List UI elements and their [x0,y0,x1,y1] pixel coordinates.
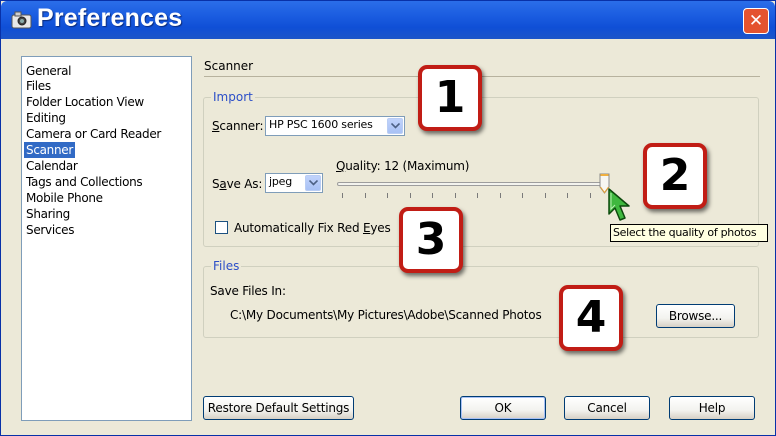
camera-icon [11,10,33,30]
restore-default-settings-button[interactable]: Restore Default Settings [203,396,354,420]
slider-tick [365,193,366,198]
sidebar-item-editing[interactable]: Editing [24,110,68,126]
sidebar-item-general[interactable]: General [24,63,73,79]
mouse-pointer-icon [607,187,633,227]
sidebar-item-files[interactable]: Files [24,78,53,94]
slider-tick [342,193,343,198]
slider-tick [545,193,546,198]
chevron-down-icon[interactable] [305,175,321,191]
save-files-in-label: Save Files In: [210,284,286,298]
ok-button[interactable]: OK [460,396,546,420]
auto-fix-red-eyes-checkbox[interactable] [215,221,228,234]
sidebar-item-services[interactable]: Services [24,222,76,238]
close-icon: ✕ [748,11,764,31]
sidebar-item-folder-location-view[interactable]: Folder Location View [24,94,146,110]
window-title: Preferences [37,4,183,32]
sidebar-item-scanner[interactable]: Scanner [24,142,75,158]
callout-3: 3 [399,207,463,273]
section-title: Scanner [204,59,254,73]
callout-2: 2 [643,143,707,209]
preferences-window: Preferences ✕ General Files Folder Locat… [0,0,776,436]
sidebar-item-camera-or-card-reader[interactable]: Camera or Card Reader [24,126,163,142]
slider-tick [590,193,591,198]
sidebar-item-mobile-phone[interactable]: Mobile Phone [24,190,105,206]
callout-4: 4 [559,285,623,351]
quality-tooltip: Select the quality of photos [610,224,768,242]
slider-tick [567,193,568,198]
section-divider [204,76,760,77]
sidebar-item-tags-and-collections[interactable]: Tags and Collections [24,174,144,190]
slider-tick [432,193,433,198]
category-list[interactable]: General Files Folder Location View Editi… [21,56,192,421]
close-button[interactable]: ✕ [743,8,769,34]
save-as-select[interactable]: jpeg [265,173,323,193]
quality-label: Quality: 12 (Maximum) [336,159,470,173]
files-group-label: Files [211,259,242,273]
slider-tick [455,193,456,198]
scanner-select-value: HP PSC 1600 series [269,118,373,131]
sidebar-item-calendar[interactable]: Calendar [24,158,80,174]
browse-button[interactable]: Browse... [656,304,735,328]
slider-tick [500,193,501,198]
slider-tick [410,193,411,198]
import-group-label: Import [211,90,255,104]
chevron-down-icon[interactable] [387,118,403,134]
title-bar[interactable]: Preferences ✕ [1,1,775,39]
sidebar-item-sharing[interactable]: Sharing [24,206,72,222]
callout-1: 1 [418,65,482,131]
auto-fix-red-eyes-label[interactable]: Automatically Fix Red Eyes [234,221,391,235]
scanner-select[interactable]: HP PSC 1600 series [265,116,405,136]
save-files-in-path: C:\My Documents\My Pictures\Adobe\Scanne… [230,308,542,322]
scanner-label: Scanner: [212,119,264,133]
slider-tick [477,193,478,198]
save-as-select-value: jpeg [269,175,292,188]
save-as-label: Save As: [212,177,263,191]
quality-slider-track[interactable] [337,182,609,186]
slider-tick [387,193,388,198]
slider-tick [522,193,523,198]
help-button[interactable]: Help [669,396,755,420]
cancel-button[interactable]: Cancel [564,396,650,420]
